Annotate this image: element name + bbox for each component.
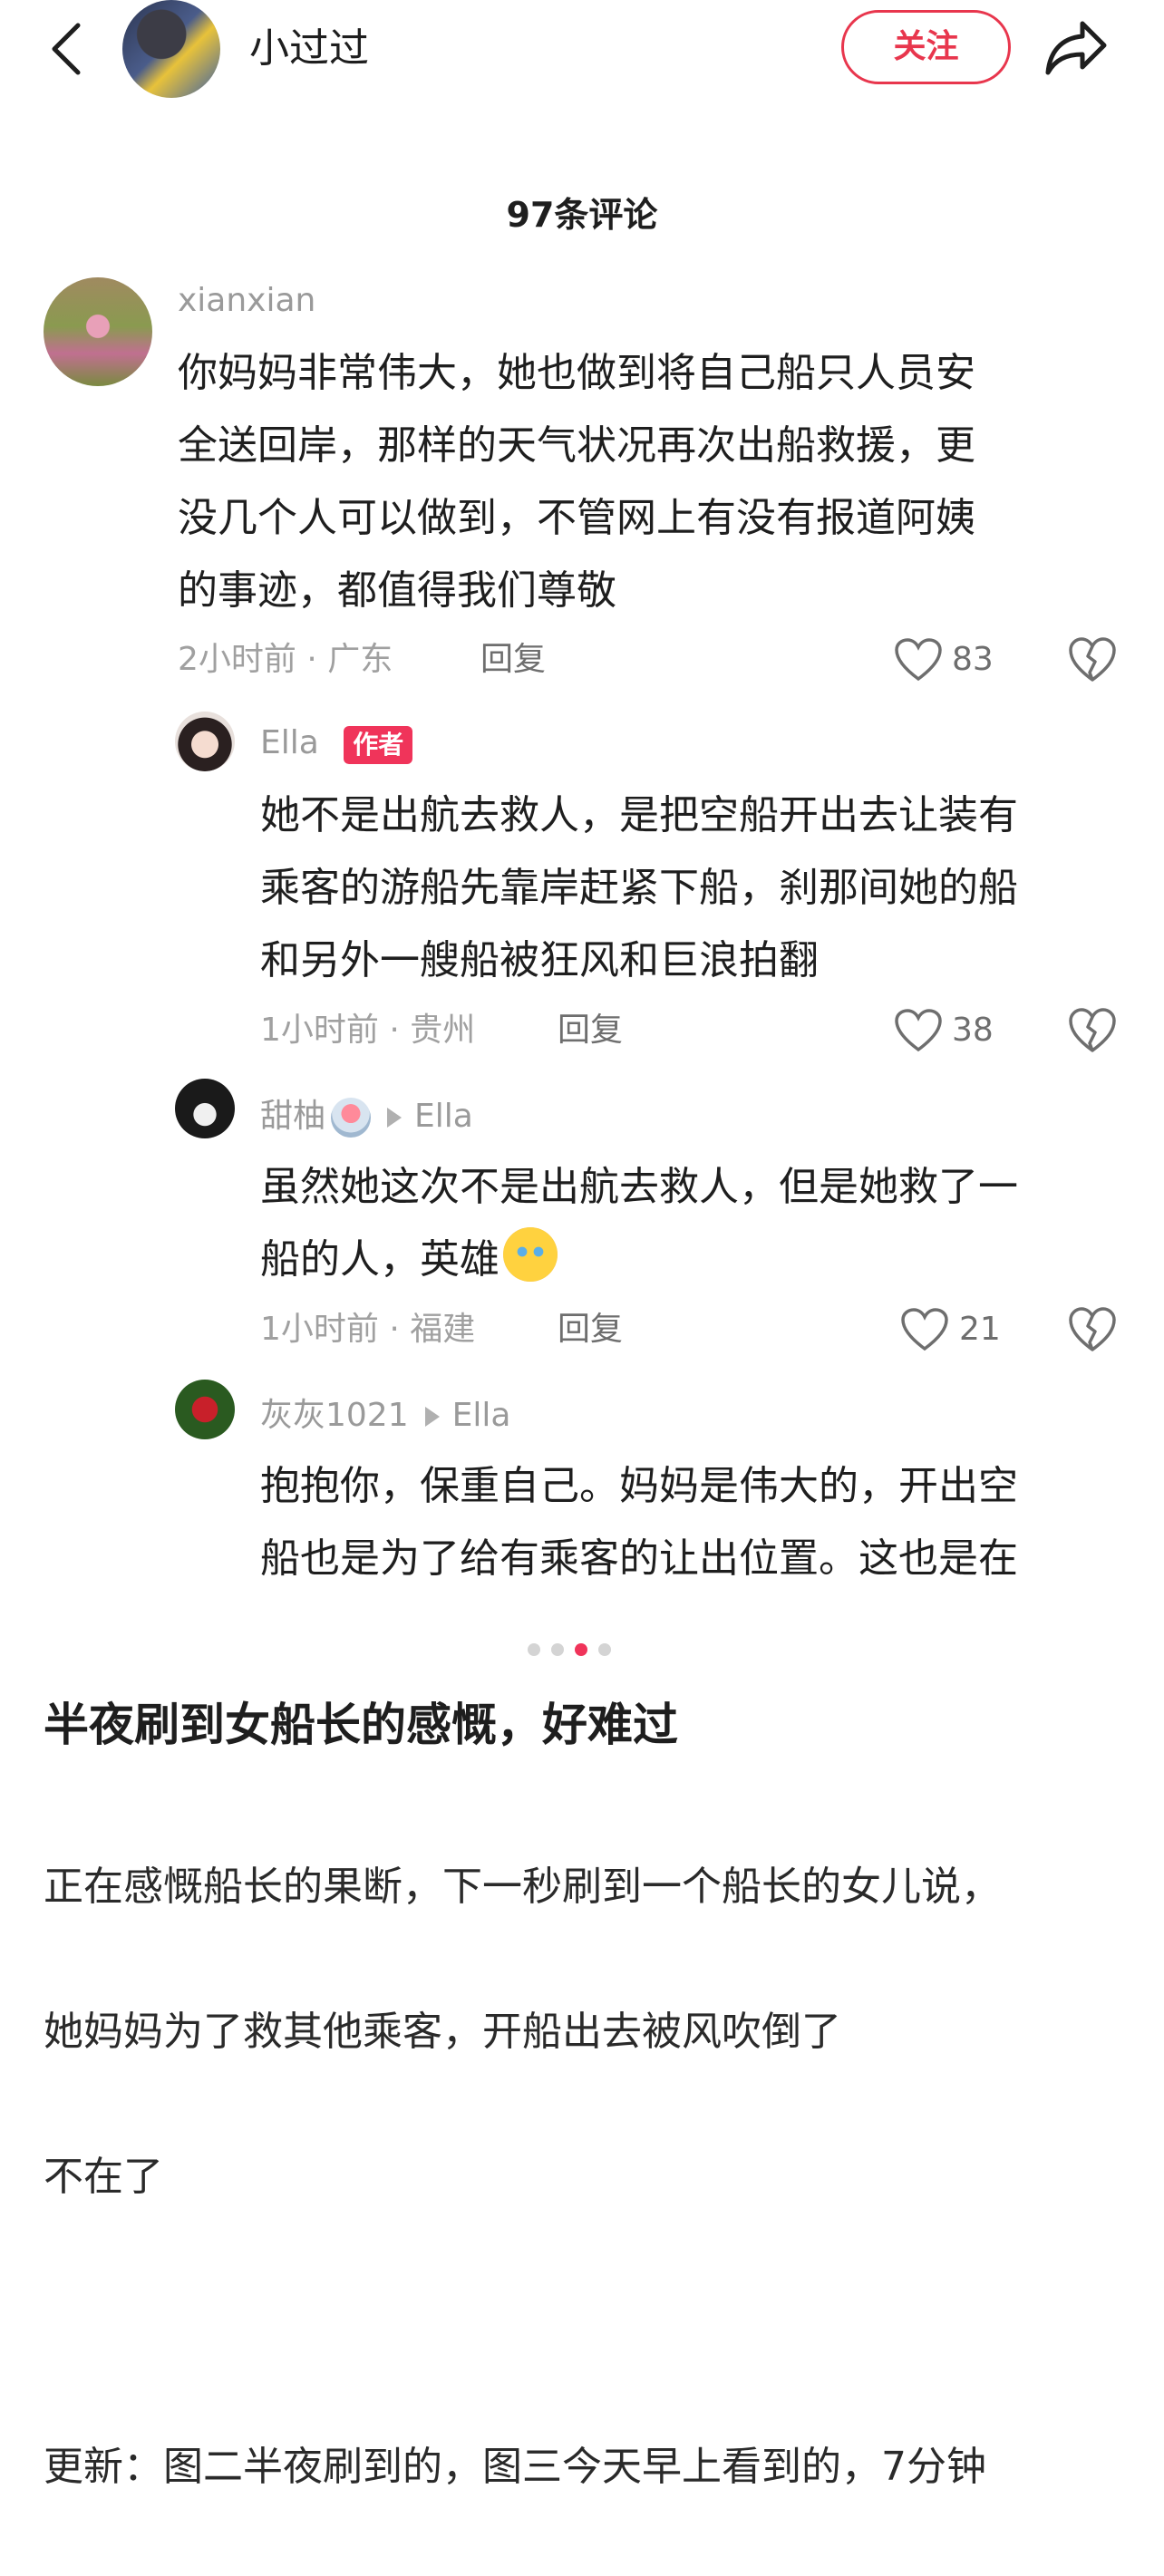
comment-username[interactable]: Ella [260, 724, 319, 761]
comment-header: 灰灰1021 Ella [260, 1396, 510, 1436]
author-name[interactable]: 小过过 [249, 25, 369, 73]
post-line [44, 2286, 1131, 2358]
avatar[interactable] [175, 712, 235, 771]
comment-header: 甜柚 Ella [260, 1097, 473, 1138]
shaved-ice-emoji-icon [331, 1098, 372, 1138]
avatar[interactable] [175, 1380, 235, 1439]
reply-to-username[interactable]: Ella [452, 1397, 511, 1434]
heart-icon[interactable] [900, 1307, 949, 1352]
like-count: 21 [959, 1311, 1001, 1348]
share-icon[interactable] [1043, 15, 1111, 80]
broken-heart-icon[interactable] [1068, 1007, 1117, 1054]
comment-line: 你妈妈非常伟大，她也做到将自己船只人员安 [178, 350, 975, 396]
comment-line: 和另外一艘船被狂风和巨浪拍翻 [260, 937, 819, 983]
comment-line: 抱抱你，保重自己。妈妈是伟大的，开出空 [260, 1463, 1018, 1509]
like-count: 38 [952, 1012, 994, 1049]
comment-meta: 1小时前 · 福建 [260, 1311, 476, 1348]
reply-to-arrow-icon [424, 1407, 440, 1427]
post-body: 正在感慨船长的果断，下一秒刷到一个船长的女儿说， 她妈妈为了救其他乘客，开船出去… [44, 1778, 1131, 2576]
comment-line: 的事迹，都值得我们尊敬 [178, 567, 616, 614]
reply-button[interactable]: 回复 [480, 640, 546, 680]
author-tag: 作者 [344, 726, 413, 764]
comment-line-text: 船的人，英雄 [260, 1236, 500, 1283]
comment-meta: 1小时前 · 贵州 [260, 1012, 476, 1049]
comment-header: Ella 作者 [260, 723, 413, 764]
post-line: 更新：图二半夜刷到的，图三今天早上看到的，7分钟 [44, 2444, 986, 2490]
post-line: 正在感慨船长的果断，下一秒刷到一个船长的女儿说， [44, 1864, 1001, 1910]
heart-icon[interactable] [894, 1008, 943, 1053]
reply-button[interactable]: 回复 [558, 1011, 623, 1051]
follow-button[interactable]: 关注 [841, 10, 1011, 84]
back-icon[interactable] [45, 16, 87, 82]
carousel-dot [551, 1643, 564, 1656]
post-line: 不在了 [44, 2154, 163, 2200]
reply-to-arrow-icon [387, 1108, 403, 1128]
comment-line: 她不是出航去救人，是把空船开出去让装有 [260, 792, 1018, 838]
comment-body: 你妈妈非常伟大，她也做到将自己船只人员安 全送回岸，那样的天气状况再次出船救援，… [178, 337, 975, 627]
comment-body: 她不是出航去救人，是把空船开出去让装有 乘客的游船先靠岸赶紧下船，刹那间她的船 … [260, 780, 1018, 997]
comment-body: 抱抱你，保重自己。妈妈是伟大的，开出空 船也是为了给有乘客的让出位置。这也是在 [260, 1450, 1018, 1595]
reply-button[interactable]: 回复 [558, 1310, 623, 1350]
broken-heart-icon[interactable] [1068, 636, 1117, 683]
comment-line: 船也是为了给有乘客的让出位置。这也是在 [260, 1535, 1018, 1582]
comment-line: 乘客的游船先靠岸赶紧下船，刹那间她的船 [260, 865, 1018, 911]
heart-icon[interactable] [894, 637, 943, 683]
crying-face-emoji-icon [503, 1227, 558, 1282]
avatar[interactable] [44, 277, 152, 386]
carousel-dot [598, 1643, 611, 1656]
broken-heart-icon[interactable] [1068, 1306, 1117, 1353]
comment-username[interactable]: 灰灰1021 [260, 1397, 409, 1434]
carousel-dot-active [575, 1643, 587, 1656]
avatar[interactable] [175, 1079, 235, 1138]
comment-meta: 2小时前 · 广东 [178, 641, 393, 678]
comment-line: 全送回岸，那样的天气状况再次出船救援，更 [178, 422, 975, 469]
like-count: 83 [952, 641, 994, 678]
carousel-indicator [528, 1643, 611, 1656]
comment-line: 船的人，英雄 [260, 1224, 1018, 1296]
comments-title: 97条评论 [506, 195, 658, 235]
comment-body: 虽然她这次不是出航去救人，但是她救了一 船的人，英雄 [260, 1151, 1018, 1296]
comment-line: 虽然她这次不是出航去救人，但是她救了一 [260, 1164, 1018, 1210]
comment-username[interactable]: xianxian [178, 281, 315, 321]
comment-username[interactable]: 甜柚 [260, 1098, 325, 1135]
post-title: 半夜刷到女船长的感慨，好难过 [44, 1699, 678, 1751]
post-line: 她妈妈为了救其他乘客，开船出去被风吹倒了 [44, 2009, 841, 2055]
carousel-dot [528, 1643, 540, 1656]
author-avatar[interactable] [122, 0, 220, 98]
reply-to-username[interactable]: Ella [414, 1098, 473, 1135]
comment-line: 没几个人可以做到，不管网上有没有报道阿姨 [178, 495, 975, 541]
